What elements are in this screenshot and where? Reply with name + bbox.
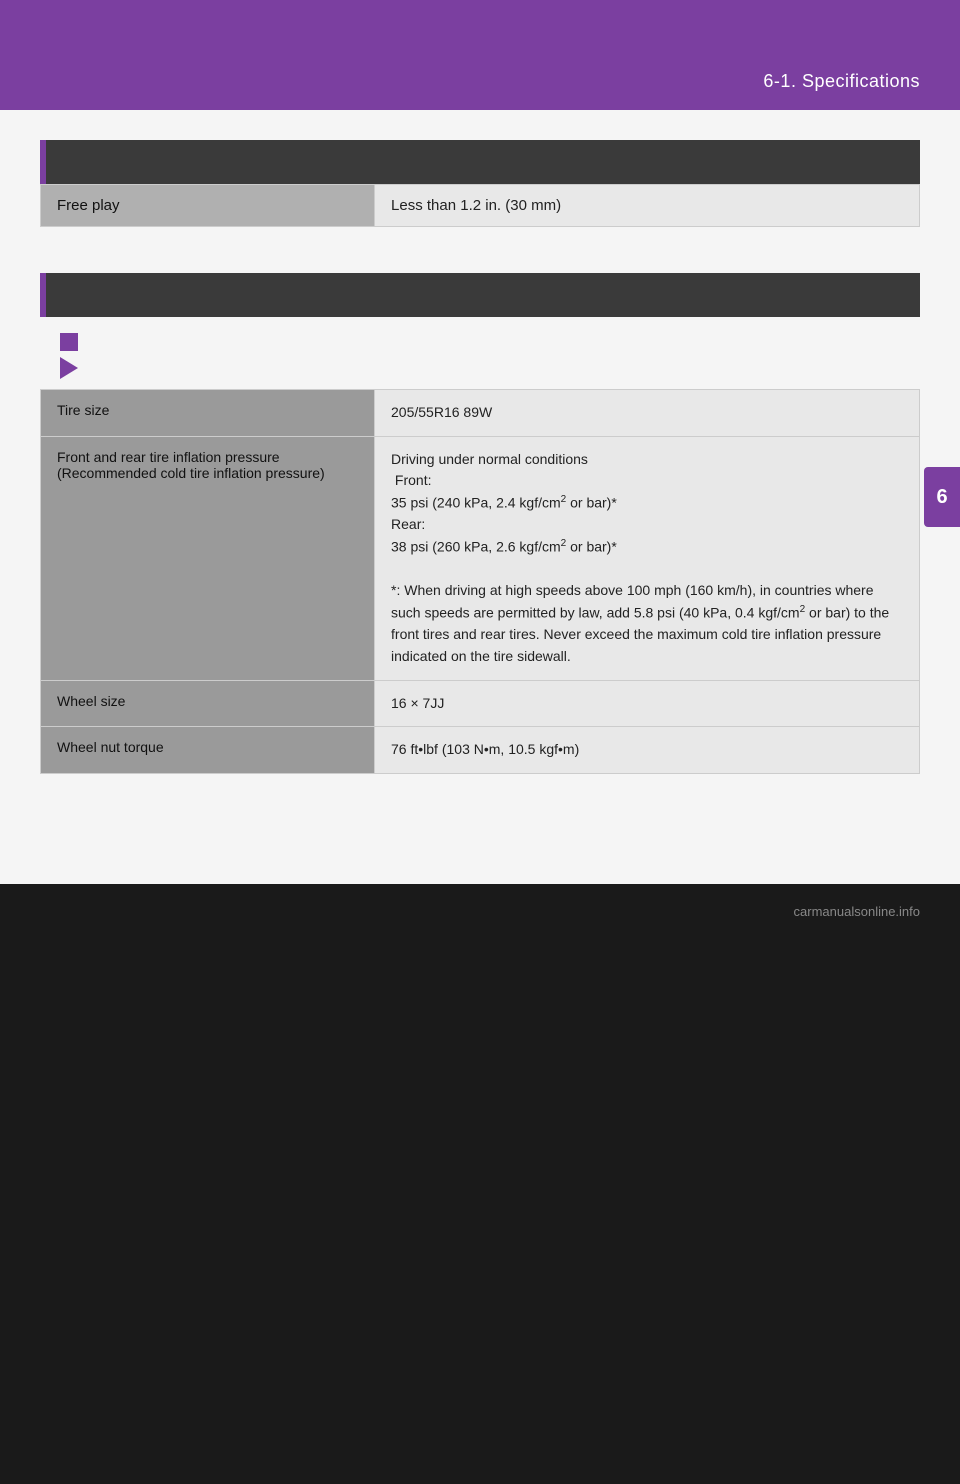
tire-inflation-value: Driving under normal conditions Front: 3… <box>375 436 920 680</box>
wheel-size-label: Wheel size <box>41 680 375 727</box>
wheel-size-value: 16 × 7JJ <box>375 680 920 727</box>
section-gap <box>40 247 920 273</box>
wheel-size-row: Wheel size 16 × 7JJ <box>41 680 920 727</box>
tire-size-label: Tire size <box>41 390 375 437</box>
main-content: Free play Less than 1.2 in. (30 mm) T <box>0 110 960 884</box>
note-icon-row-1 <box>60 333 900 351</box>
page-title: 6-1. Specifications <box>763 71 920 92</box>
freeplay-label: Free play <box>41 185 375 227</box>
wheel-nut-torque-value: 76 ft•lbf (103 N•m, 10.5 kgf•m) <box>375 727 920 774</box>
chapter-tab: 6 <box>924 467 960 527</box>
header-bar: 6-1. Specifications <box>0 0 960 110</box>
tire-inflation-label: Front and rear tire inflation pres­sure(… <box>41 436 375 680</box>
freeplay-table: Free play Less than 1.2 in. (30 mm) <box>40 184 920 227</box>
tire-size-row: Tire size 205/55R16 89W <box>41 390 920 437</box>
chapter-number: 6 <box>936 486 947 509</box>
section1-header <box>40 140 920 184</box>
purple-arrow-icon <box>60 357 78 379</box>
specs-table: Tire size 205/55R16 89W Front and rear t… <box>40 389 920 774</box>
bottom-dark-area: carmanualsonline.info <box>0 884 960 1484</box>
note-icon-row-2 <box>60 357 900 379</box>
section2-header <box>40 273 920 317</box>
freeplay-value: Less than 1.2 in. (30 mm) <box>375 185 920 227</box>
tire-inflation-row: Front and rear tire inflation pres­sure(… <box>41 436 920 680</box>
wheel-nut-torque-label: Wheel nut torque <box>41 727 375 774</box>
note-area <box>40 317 920 389</box>
wheel-nut-torque-row: Wheel nut torque 76 ft•lbf (103 N•m, 10.… <box>41 727 920 774</box>
freeplay-row: Free play Less than 1.2 in. (30 mm) <box>41 185 920 227</box>
purple-square-icon <box>60 333 78 351</box>
tire-size-value: 205/55R16 89W <box>375 390 920 437</box>
watermark: carmanualsonline.info <box>794 904 920 919</box>
